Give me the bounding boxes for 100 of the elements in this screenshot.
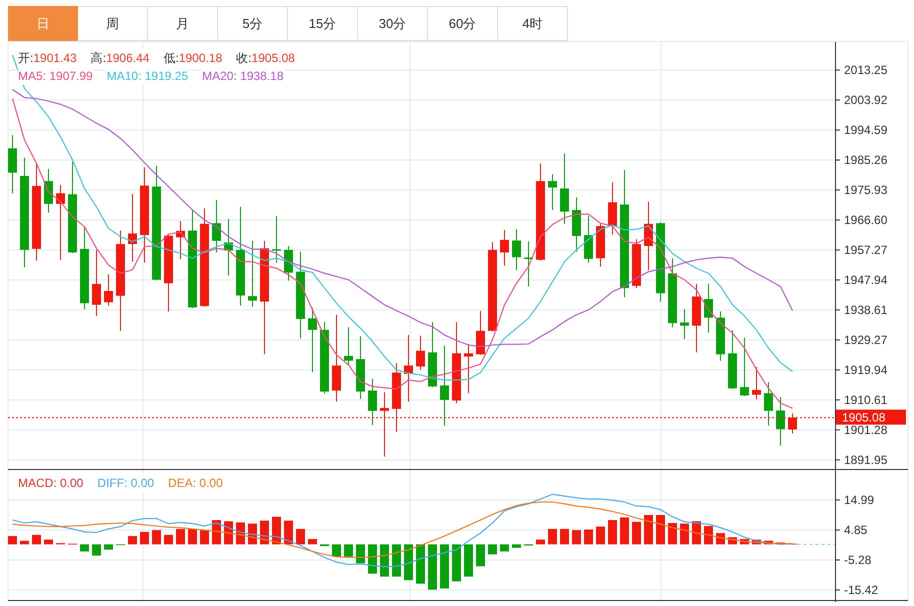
- axis-label: -15.42: [844, 583, 878, 597]
- candlestick: [128, 193, 137, 262]
- macd-bar: [608, 520, 617, 544]
- macd-bar: [128, 536, 137, 544]
- indicator-legend: DIFF: 0.00: [97, 474, 154, 492]
- macd-bar: [152, 530, 161, 544]
- candlestick: [680, 308, 689, 340]
- macd-bar: [176, 528, 185, 544]
- axis-label: 1919.94: [844, 362, 888, 377]
- macd-bar: [248, 524, 257, 544]
- macd-bar: [452, 544, 461, 582]
- macd-bar: [752, 540, 761, 544]
- macd-bar: [596, 526, 605, 544]
- macd-bar: [20, 540, 29, 544]
- candlestick: [596, 223, 605, 268]
- legend-label: 开:: [18, 50, 34, 67]
- legend-label: 高:: [90, 50, 106, 67]
- candlestick: [728, 330, 737, 390]
- axis-label: 1938.61: [844, 302, 888, 317]
- candlestick: [752, 366, 761, 400]
- macd-bar: [308, 539, 317, 544]
- macd-bar: [380, 544, 389, 577]
- axis-label: 4.85: [844, 522, 868, 537]
- macd-bar: [200, 530, 209, 544]
- candlestick: [788, 412, 797, 434]
- macd-bar: [416, 544, 425, 584]
- candlestick: [272, 216, 281, 264]
- candlestick: [644, 201, 653, 271]
- macd-bar: [344, 544, 353, 557]
- candlestick: [428, 322, 437, 388]
- macd-bar: [632, 522, 641, 544]
- candlestick: [248, 240, 257, 308]
- macd-bar: [764, 540, 773, 544]
- macd-bar: [140, 532, 149, 544]
- candlestick: [104, 274, 113, 306]
- axis-label: 1966.60: [844, 212, 888, 227]
- legend-value: 1906.44: [106, 50, 150, 67]
- period-tab[interactable]: 30分: [358, 6, 428, 41]
- macd-bar: [584, 530, 593, 544]
- axis-label: 1985.26: [844, 153, 888, 168]
- period-tab[interactable]: 月: [148, 6, 218, 41]
- macd-bar: [332, 544, 341, 557]
- axis-label: 1994.59: [844, 123, 888, 138]
- macd-bar: [644, 515, 653, 544]
- candlestick: [92, 249, 101, 317]
- macd-bar: [512, 544, 521, 548]
- macd-bar: [488, 544, 497, 554]
- candlestick: [572, 196, 581, 252]
- candlestick: [704, 283, 713, 333]
- macd-bar: [392, 544, 401, 577]
- macd-bar: [464, 544, 473, 577]
- axis-label: 14.99: [844, 492, 874, 507]
- zero-line: [797, 544, 836, 545]
- current-price-label: 1905.08: [836, 410, 906, 425]
- candlestick: [776, 396, 785, 446]
- macd-bar: [548, 528, 557, 544]
- axis-label: 1975.93: [844, 183, 888, 197]
- macd-bar: [368, 544, 377, 574]
- candlestick: [476, 310, 485, 356]
- macd-bar: [188, 528, 197, 544]
- legend-value: 1901.43: [33, 50, 77, 67]
- indicator-legend: MA10: 1919.25: [106, 67, 188, 85]
- legend-label: 低:: [163, 50, 179, 67]
- candlestick: [692, 283, 701, 353]
- period-tab[interactable]: 15分: [288, 6, 358, 41]
- macd-bar: [704, 526, 713, 544]
- macd-bar: [296, 528, 305, 544]
- candlestick: [308, 307, 317, 373]
- period-tab[interactable]: 周: [78, 6, 148, 41]
- macd-bar: [680, 524, 689, 544]
- candlestick: [500, 229, 509, 266]
- period-tab[interactable]: 60分: [428, 6, 498, 41]
- period-tab[interactable]: 4时: [498, 6, 568, 41]
- candlestick: [224, 218, 233, 276]
- candlestick: [584, 215, 593, 264]
- candlestick: [392, 362, 401, 433]
- macd-bar: [560, 528, 569, 544]
- macd-bar: [356, 544, 365, 564]
- macd-bar: [32, 534, 41, 544]
- axis-label: 1891.95: [844, 452, 888, 467]
- candlestick: [548, 174, 557, 211]
- macd-bar: [320, 544, 329, 546]
- macd-bar: [428, 544, 437, 590]
- macd-bar: [740, 539, 749, 544]
- axis-label: 1910.61: [844, 392, 888, 407]
- axis-label: 2013.25: [844, 63, 888, 78]
- candlestick: [368, 378, 377, 426]
- candlestick: [212, 200, 221, 253]
- candlestick: [356, 335, 365, 400]
- candlestick: [380, 392, 389, 457]
- macd-bar: [224, 521, 233, 544]
- candlestick: [608, 182, 617, 235]
- indicator-legend: MA5: 1907.99: [18, 67, 93, 85]
- legend-value: 1905.08: [252, 50, 295, 67]
- period-tab[interactable]: 5分: [218, 6, 288, 41]
- macd-bar: [104, 544, 113, 550]
- axis-label: 1929.27: [844, 332, 888, 347]
- axis-label: 2003.92: [844, 93, 888, 108]
- macd-bar: [92, 544, 101, 556]
- candlestick: [8, 134, 17, 194]
